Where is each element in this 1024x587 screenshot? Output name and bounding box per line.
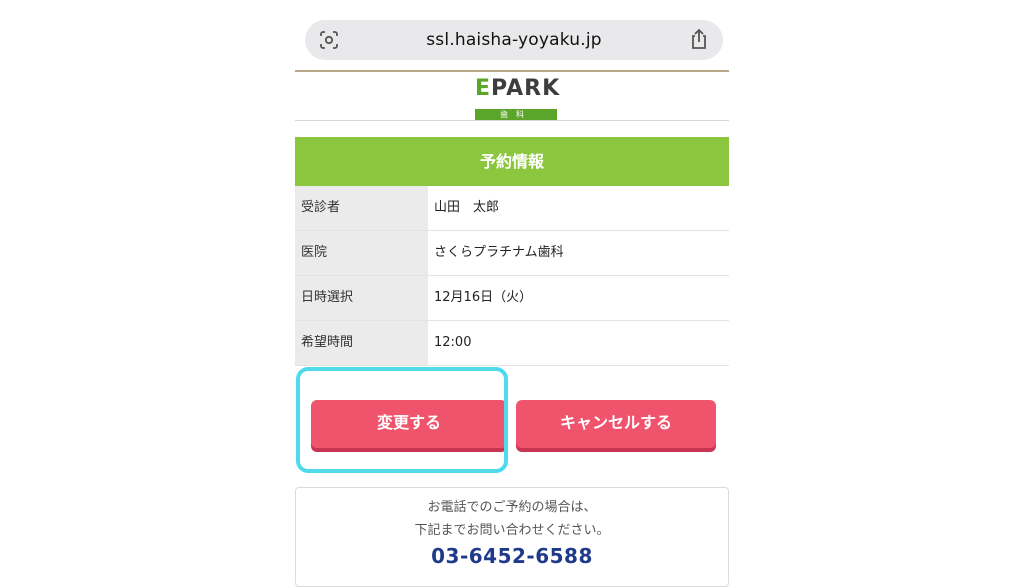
section-title: 予約情報 (295, 137, 729, 186)
url-text[interactable]: ssl.haisha-yoyaku.jp (305, 20, 723, 60)
info-value: 山田 太郎 (428, 186, 729, 230)
header-rule (295, 70, 729, 72)
contact-text-line1: お電話でのご予約の場合は、 (427, 500, 597, 515)
info-label: 受診者 (295, 186, 428, 230)
divider (295, 120, 729, 121)
info-label: 希望時間 (295, 321, 428, 365)
info-label: 医院 (295, 231, 428, 275)
info-row-time: 希望時間 12:00 (295, 321, 729, 366)
info-row-date: 日時選択 12月16日（火） (295, 276, 729, 321)
info-row-patient: 受診者 山田 太郎 (295, 186, 729, 231)
logo-text: PARK (491, 76, 561, 101)
logo-subtitle: 歯科 (475, 109, 557, 120)
phone-number-link[interactable]: 03-6452-6588 (296, 544, 728, 568)
reservation-page: EPARK 歯科 予約情報 受診者 山田 太郎 医院 さくらプラチナム歯科 日時… (295, 70, 729, 587)
info-value: 12月16日（火） (428, 276, 729, 320)
epark-logo[interactable]: EPARK 歯科 (475, 76, 561, 120)
phone-contact-box: お電話でのご予約の場合は、 下記までお問い合わせください。 03-6452-65… (295, 487, 729, 587)
cancel-button[interactable]: キャンセルする (516, 400, 716, 448)
share-icon[interactable] (689, 28, 709, 50)
info-value: 12:00 (428, 321, 729, 365)
info-row-clinic: 医院 さくらプラチナム歯科 (295, 231, 729, 276)
highlight-frame (296, 367, 508, 473)
contact-text-line2: 下記までお問い合わせください。 (414, 523, 610, 538)
info-value: さくらプラチナム歯科 (428, 231, 729, 275)
logo-e: E (475, 76, 492, 101)
address-bar[interactable]: ssl.haisha-yoyaku.jp (305, 20, 723, 60)
info-label: 日時選択 (295, 276, 428, 320)
reservation-info-table: 受診者 山田 太郎 医院 さくらプラチナム歯科 日時選択 12月16日（火） 希… (295, 186, 729, 366)
